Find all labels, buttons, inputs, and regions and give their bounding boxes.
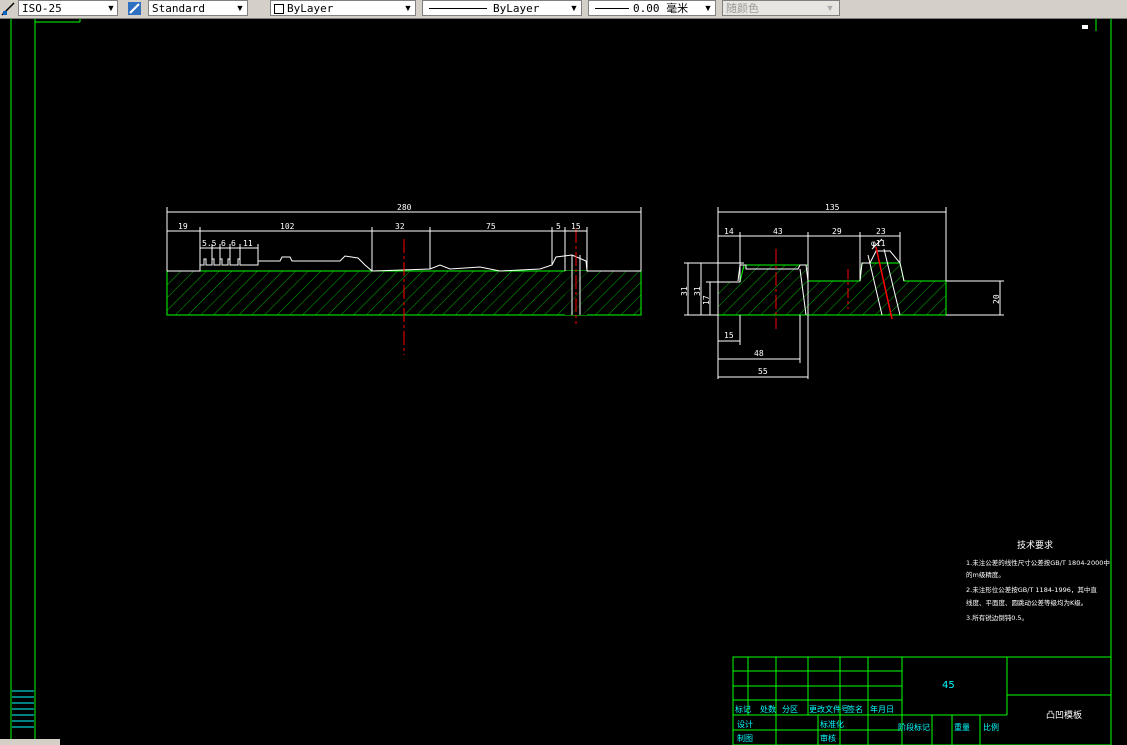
technical-notes: 技术要求 1.未注公差的线性尺寸公差按GB/T 1804-2000中 的m级精度… [966, 539, 1110, 622]
tb-review: 审核 [820, 733, 836, 743]
front-view-dim-text: 280 19 102 5.5 6 6 11 32 75 5 15 [178, 203, 581, 248]
lineweight-select[interactable]: 0.00 毫米 [588, 0, 716, 16]
drawing-canvas[interactable]: 280 19 102 5.5 6 6 11 32 75 5 15 135 14 … [0, 19, 1127, 745]
chevron-down-icon[interactable]: ▼ [400, 0, 416, 16]
layer-color-select[interactable]: ByLayer [270, 0, 416, 16]
dim-text: 32 [395, 222, 405, 231]
dim-text: 11 [243, 239, 253, 248]
status-bar-fragment [0, 739, 60, 745]
dim-text: 48 [754, 349, 764, 358]
tb-scale: 比例 [983, 722, 999, 732]
lineweight-value: 0.00 毫米 [633, 2, 689, 15]
tech-line: 的m级精度。 [966, 570, 1005, 579]
dim-text: 6 [231, 239, 236, 248]
corner-mark-icon [1082, 25, 1088, 29]
tech-line: 1.未注公差的线性尺寸公差按GB/T 1804-2000中 [966, 558, 1110, 567]
linetype-select[interactable]: ByLayer [422, 0, 582, 16]
color-swatch-icon [274, 4, 284, 14]
tb-header: 年月日 [870, 704, 894, 714]
tb-header: 更改文件号 [809, 704, 849, 714]
ucs-left-marks [12, 690, 34, 728]
tb-header: 标记 [735, 704, 751, 714]
dim-text: 5.5 [202, 239, 217, 248]
dia-label: φ11 [871, 239, 886, 248]
dim-text: 15 [571, 222, 581, 231]
tb-design: 设计 [737, 719, 753, 729]
drawing-frame [10, 19, 1112, 745]
chevron-down-icon[interactable]: ▼ [566, 0, 582, 16]
tech-line: 线度、平面度、圆跳动公差等级均为K级。 [966, 598, 1087, 607]
chevron-down-icon[interactable]: ▼ [700, 0, 716, 16]
dim-text: 280 [397, 203, 412, 212]
tb-header: 处数 [760, 704, 776, 714]
tb-draw: 制图 [737, 733, 753, 743]
title-block-text: 标记 处数 分区 更改文件号 签名 年月日 设计 标准化 制图 审核 阶段标记 … [735, 680, 1082, 743]
dim-text: 75 [486, 222, 496, 231]
dim-text: 6 [221, 239, 226, 248]
dim-text: 23 [876, 227, 886, 236]
linetype-value: ByLayer [493, 2, 540, 15]
textstyle-value: Standard [152, 2, 205, 15]
dimstyle-icon[interactable] [1, 1, 16, 16]
dim-text: 17 [702, 295, 711, 305]
tb-header: 分区 [782, 705, 798, 714]
plotstyle-value: 随颜色 [726, 2, 759, 15]
dim-text: 55 [758, 367, 768, 376]
dim-text: 43 [773, 227, 783, 236]
tech-title: 技术要求 [1017, 539, 1053, 551]
dim-text: 135 [825, 203, 840, 212]
dim-text: 19 [178, 222, 188, 231]
dim-text: 31 [693, 286, 702, 296]
tb-stage: 阶段标记 [898, 722, 930, 732]
tb-header: 签名 [847, 704, 863, 714]
tb-weight: 重量 [954, 722, 970, 732]
linetype-sample-icon [429, 8, 487, 9]
dim-text: 20 [992, 294, 1001, 304]
dim-text: 5 [556, 222, 561, 231]
tb-std: 标准化 [820, 719, 844, 729]
side-view [717, 246, 947, 329]
properties-toolbar: ISO-25 ▼ Standard ▼ ByLayer ▼ ByLayer ▼ … [0, 0, 1127, 19]
textstyle-icon[interactable] [127, 1, 142, 16]
dim-text: 14 [724, 227, 734, 236]
material-value: 45 [942, 680, 955, 691]
chevron-down-icon[interactable]: ▼ [822, 0, 838, 16]
dim-text: 31 [680, 286, 689, 296]
dim-text: 102 [280, 222, 295, 231]
tech-line: 2.未注形位公差按GB/T 1184-1996，其中直 [966, 585, 1097, 594]
chevron-down-icon[interactable]: ▼ [232, 0, 248, 16]
chevron-down-icon[interactable]: ▼ [103, 0, 119, 16]
tech-line: 3.所有锐边倒钝0.5。 [966, 613, 1028, 622]
dim-text: 29 [832, 227, 842, 236]
lineweight-sample-icon [595, 8, 629, 9]
dim-text: 15 [724, 331, 734, 340]
layer-color-value: ByLayer [287, 2, 334, 15]
dimstyle-value: ISO-25 [22, 2, 62, 15]
part-name: 凸凹模板 [1046, 709, 1082, 721]
